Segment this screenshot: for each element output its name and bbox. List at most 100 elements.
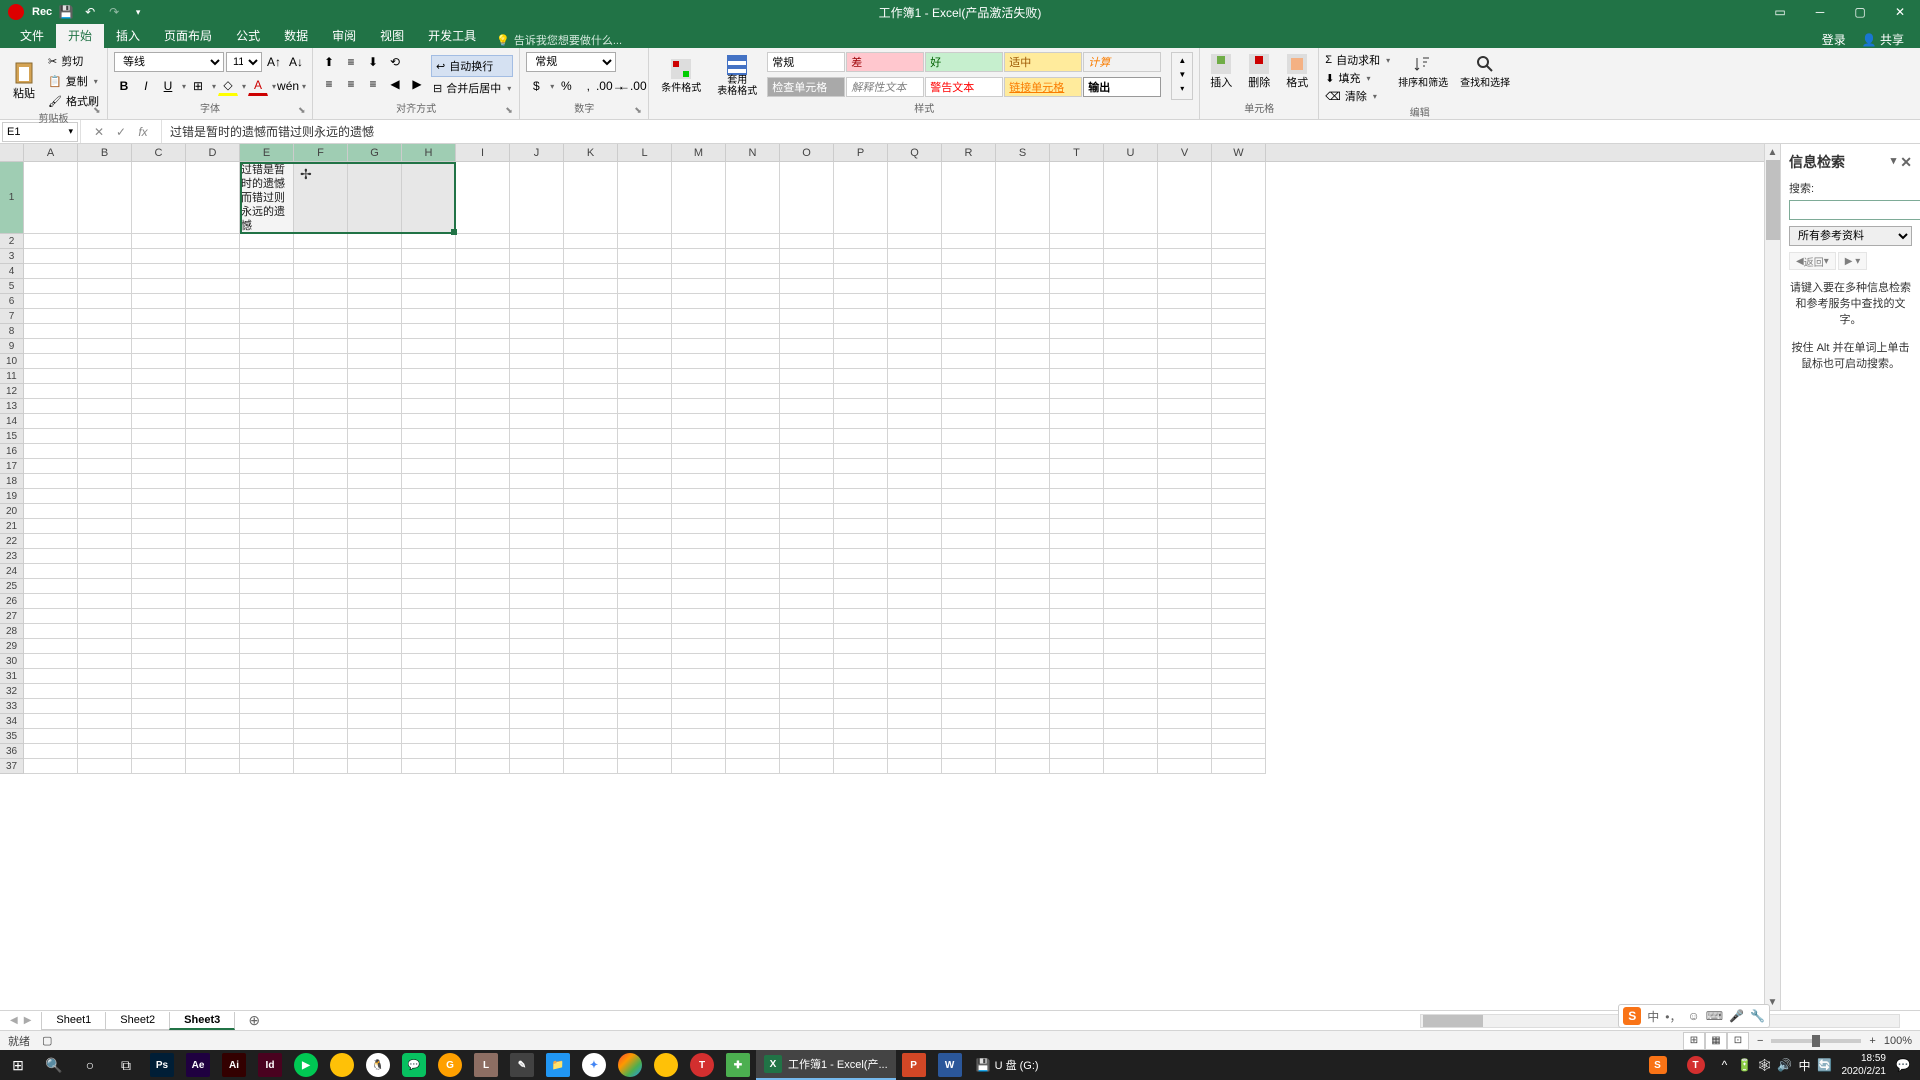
cell[interactable]	[564, 519, 618, 534]
cell[interactable]	[888, 594, 942, 609]
cell[interactable]	[672, 714, 726, 729]
cell[interactable]	[294, 549, 348, 564]
cell[interactable]	[726, 549, 780, 564]
cell[interactable]	[942, 519, 996, 534]
cell[interactable]	[1050, 234, 1104, 249]
cell[interactable]	[132, 339, 186, 354]
row-header-5[interactable]: 5	[0, 279, 24, 294]
cell[interactable]	[834, 324, 888, 339]
cell[interactable]	[1104, 294, 1158, 309]
cell[interactable]	[294, 384, 348, 399]
cell[interactable]	[564, 264, 618, 279]
cell[interactable]	[1212, 684, 1266, 699]
cell[interactable]	[1212, 249, 1266, 264]
cell[interactable]	[456, 669, 510, 684]
cell[interactable]	[186, 699, 240, 714]
cell[interactable]	[672, 669, 726, 684]
cell[interactable]	[78, 519, 132, 534]
cell[interactable]	[1050, 654, 1104, 669]
cell[interactable]	[294, 609, 348, 624]
cell[interactable]	[1212, 549, 1266, 564]
cell[interactable]	[618, 264, 672, 279]
cell[interactable]	[780, 669, 834, 684]
taskbar-app-10[interactable]	[648, 1050, 684, 1080]
cell[interactable]	[186, 444, 240, 459]
cell[interactable]	[132, 324, 186, 339]
cell[interactable]	[780, 414, 834, 429]
cell[interactable]	[996, 729, 1050, 744]
col-header-N[interactable]: N	[726, 144, 780, 161]
cell[interactable]	[348, 414, 402, 429]
cell[interactable]	[1104, 519, 1158, 534]
cell[interactable]	[1104, 534, 1158, 549]
cell[interactable]	[1212, 534, 1266, 549]
taskbar-app-8[interactable]: ✦	[576, 1050, 612, 1080]
cell[interactable]	[888, 564, 942, 579]
cell[interactable]	[1104, 414, 1158, 429]
cell[interactable]	[186, 624, 240, 639]
taskbar-app-9[interactable]	[612, 1050, 648, 1080]
cell[interactable]	[402, 444, 456, 459]
cell[interactable]	[132, 729, 186, 744]
cell[interactable]	[996, 519, 1050, 534]
cell[interactable]	[942, 384, 996, 399]
cell[interactable]	[672, 324, 726, 339]
cell[interactable]	[132, 294, 186, 309]
tab-formulas[interactable]: 公式	[224, 23, 272, 48]
cell[interactable]	[132, 354, 186, 369]
page-layout-view-button[interactable]: ▦	[1705, 1032, 1727, 1050]
cell[interactable]	[888, 369, 942, 384]
cell[interactable]	[240, 234, 294, 249]
cell[interactable]	[456, 339, 510, 354]
cell[interactable]	[294, 759, 348, 774]
cell[interactable]	[1050, 339, 1104, 354]
cell[interactable]	[996, 534, 1050, 549]
col-header-U[interactable]: U	[1104, 144, 1158, 161]
cell[interactable]	[510, 564, 564, 579]
col-header-K[interactable]: K	[564, 144, 618, 161]
cell[interactable]	[1158, 609, 1212, 624]
cell[interactable]	[996, 234, 1050, 249]
cell[interactable]	[132, 429, 186, 444]
cell[interactable]	[1158, 459, 1212, 474]
cell[interactable]	[888, 429, 942, 444]
cell[interactable]	[402, 489, 456, 504]
cell[interactable]	[456, 564, 510, 579]
cell[interactable]	[132, 234, 186, 249]
add-sheet-button[interactable]: ⊕	[242, 1012, 266, 1030]
taskbar-app-12[interactable]: ✚	[720, 1050, 756, 1080]
cell[interactable]	[294, 249, 348, 264]
cell[interactable]	[78, 684, 132, 699]
cell[interactable]	[888, 162, 942, 234]
row-header-26[interactable]: 26	[0, 594, 24, 609]
cell[interactable]	[132, 549, 186, 564]
cell[interactable]	[186, 534, 240, 549]
cell[interactable]	[510, 669, 564, 684]
cell[interactable]	[1158, 384, 1212, 399]
percent-button[interactable]: %	[556, 76, 576, 96]
cell[interactable]	[1212, 474, 1266, 489]
cell[interactable]	[402, 474, 456, 489]
row-header-33[interactable]: 33	[0, 699, 24, 714]
cell[interactable]	[780, 729, 834, 744]
cell[interactable]	[294, 264, 348, 279]
cell[interactable]	[132, 579, 186, 594]
style-explain[interactable]: 解释性文本	[846, 77, 924, 97]
cell[interactable]	[510, 519, 564, 534]
cell[interactable]	[24, 609, 78, 624]
ribbon-display-icon[interactable]: ▭	[1760, 0, 1800, 24]
cell[interactable]	[24, 264, 78, 279]
cell[interactable]	[456, 324, 510, 339]
cell[interactable]	[1158, 399, 1212, 414]
cell[interactable]	[1104, 729, 1158, 744]
cell[interactable]	[564, 489, 618, 504]
cell[interactable]	[24, 384, 78, 399]
cell[interactable]	[942, 579, 996, 594]
cell[interactable]	[510, 459, 564, 474]
cell[interactable]	[888, 504, 942, 519]
style-output[interactable]: 输出	[1083, 77, 1161, 97]
cell[interactable]	[618, 474, 672, 489]
cell[interactable]	[78, 609, 132, 624]
cell[interactable]	[186, 609, 240, 624]
cell[interactable]	[1050, 249, 1104, 264]
